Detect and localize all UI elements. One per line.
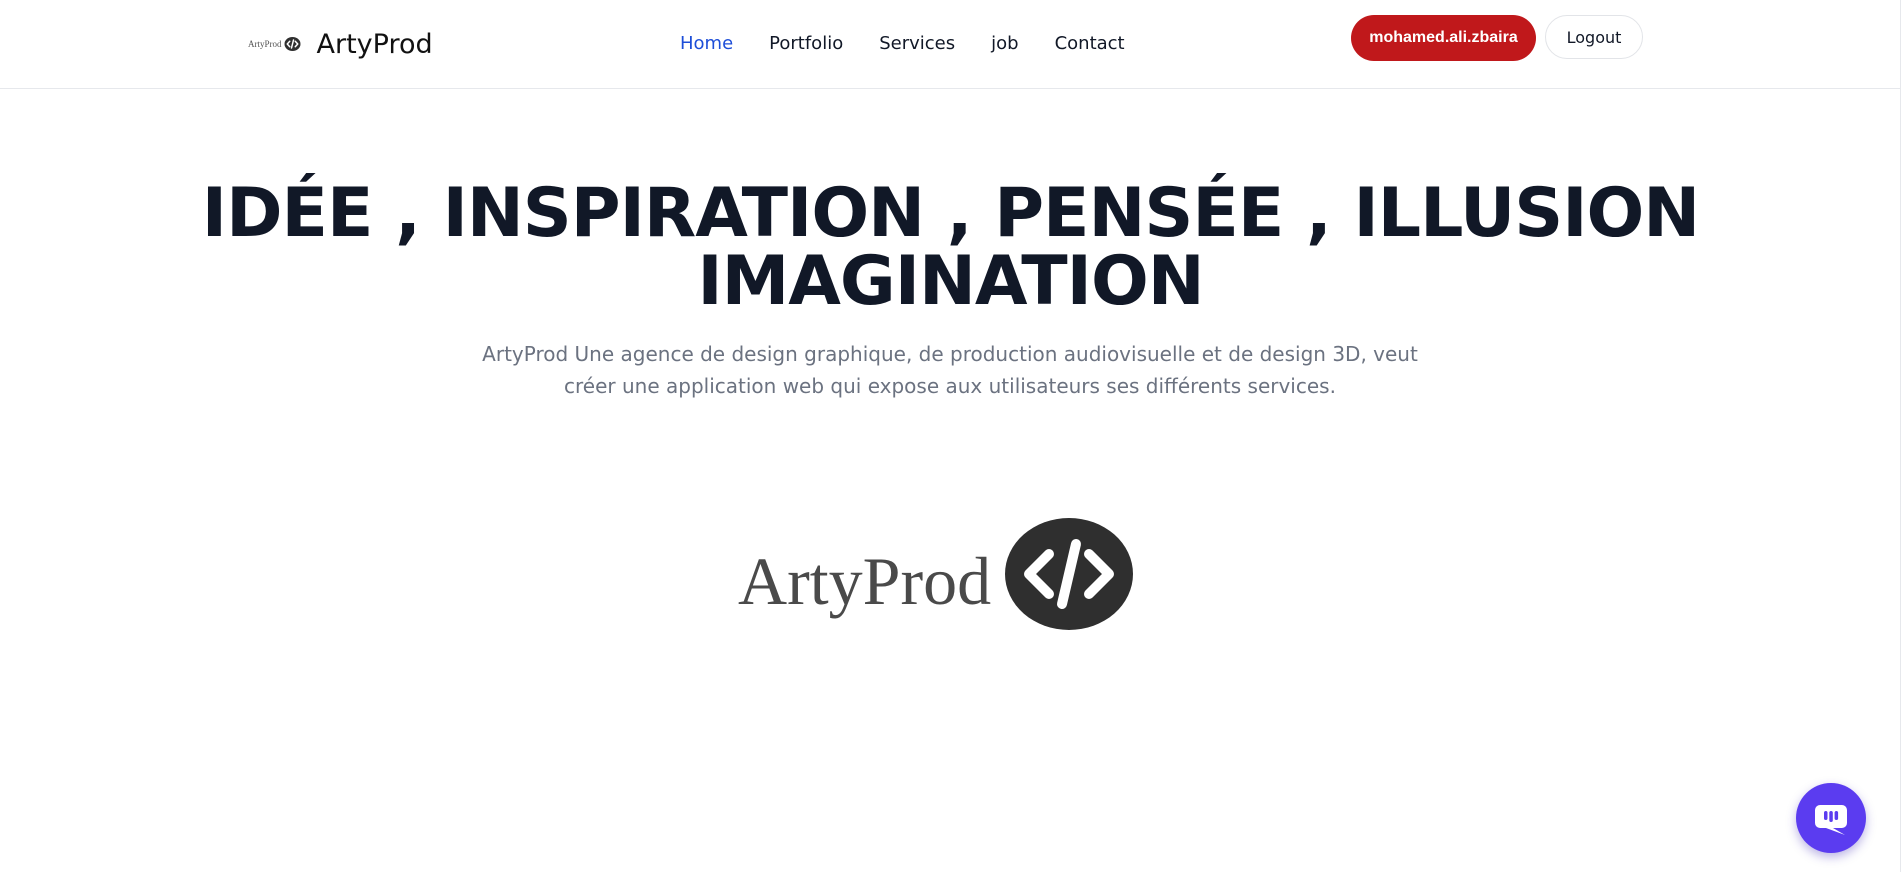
code-brackets-icon xyxy=(1005,518,1134,630)
brand-name: ArtyProd xyxy=(316,28,433,60)
brand-mini-logo: ArtyProd xyxy=(248,37,301,51)
nav-services[interactable]: Services xyxy=(879,33,955,54)
hero-title: IDÉE , INSPIRATION , PENSÉE , ILLUSION I… xyxy=(0,180,1901,316)
hero-subtitle-line-2: créer une application web qui expose aux… xyxy=(564,374,1336,398)
nav-portfolio[interactable]: Portfolio xyxy=(769,33,843,54)
nav-contact[interactable]: Contact xyxy=(1055,33,1125,54)
brand-mini-text: ArtyProd xyxy=(248,39,282,49)
hero-subtitle: ArtyProd Une agence de design graphique,… xyxy=(470,338,1430,402)
user-profile-button[interactable]: mohamed.ali.zbaira xyxy=(1351,15,1536,61)
top-navbar: ArtyProd ArtyProd Home Portfolio Service… xyxy=(0,0,1901,89)
main-nav: Home Portfolio Services job Contact xyxy=(680,28,1161,58)
nav-job[interactable]: job xyxy=(991,33,1018,54)
hero-subtitle-line-1: ArtyProd Une agence de design graphique,… xyxy=(482,342,1418,366)
page: ArtyProd ArtyProd Home Portfolio Service… xyxy=(0,0,1901,872)
hero-logo: ArtyProd xyxy=(738,518,1134,630)
hero-title-line-1: IDÉE , INSPIRATION , PENSÉE , ILLUSION xyxy=(201,174,1700,253)
nav-home[interactable]: Home xyxy=(680,33,733,54)
hero-title-line-2: IMAGINATION xyxy=(697,242,1204,321)
brand-logo-link[interactable]: ArtyProd ArtyProd xyxy=(248,22,433,66)
chat-bubble-icon xyxy=(1815,805,1847,835)
chat-widget-button[interactable] xyxy=(1796,783,1866,853)
hero-logo-text: ArtyProd xyxy=(738,543,992,619)
code-brackets-icon xyxy=(284,37,300,51)
logout-button[interactable]: Logout xyxy=(1545,15,1643,59)
